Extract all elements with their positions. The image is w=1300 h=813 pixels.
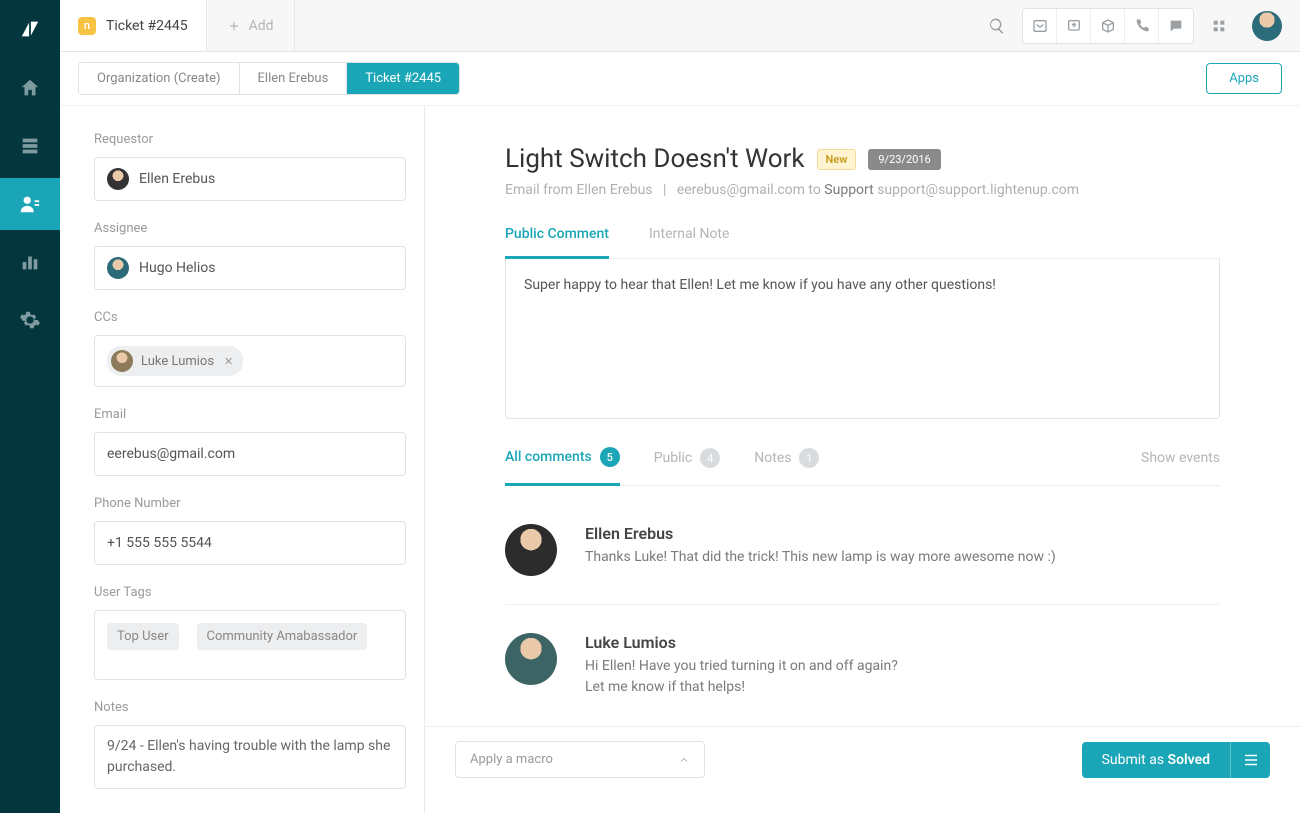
tab-badge: n bbox=[78, 17, 96, 35]
submit-button[interactable]: Submit as Solved bbox=[1082, 742, 1230, 778]
phone-label: Phone Number bbox=[94, 496, 406, 511]
tab-title: Ticket #2445 bbox=[106, 18, 188, 34]
comment-body: Hi Ellen! Have you tried turning it on a… bbox=[585, 656, 898, 698]
macro-label: Apply a macro bbox=[470, 752, 553, 767]
person-avatar-icon bbox=[107, 168, 129, 190]
assignee-label: Assignee bbox=[94, 221, 406, 236]
count-badge: 1 bbox=[799, 448, 819, 468]
nav-customers[interactable] bbox=[0, 178, 60, 230]
email-value: eerebus@gmail.com bbox=[107, 446, 235, 462]
comment-item: Luke Lumios Hi Ellen! Have you tried tur… bbox=[505, 605, 1220, 726]
conversations-icon[interactable] bbox=[1023, 9, 1057, 43]
tags-field[interactable]: Top User Community Amabassador bbox=[94, 610, 406, 680]
nav-home[interactable] bbox=[0, 62, 60, 114]
ccs-field[interactable]: Luke Lumios ✕ bbox=[94, 335, 406, 387]
submit-group: Submit as Solved bbox=[1082, 742, 1270, 778]
person-avatar-icon bbox=[107, 257, 129, 279]
search-icon[interactable] bbox=[980, 9, 1014, 43]
apps-button[interactable]: Apps bbox=[1206, 63, 1282, 94]
phone-icon[interactable] bbox=[1125, 9, 1159, 43]
comment-item: Ellen Erebus Thanks Luke! That did the t… bbox=[505, 496, 1220, 605]
user-tag[interactable]: Community Amabassador bbox=[197, 623, 368, 650]
topbar: n Ticket #2445 Add bbox=[60, 0, 1300, 52]
comment-avatar bbox=[505, 633, 557, 685]
assignee-field[interactable]: Hugo Helios bbox=[94, 246, 406, 290]
ticket-title-row: Light Switch Doesn't Work New 9/23/2016 bbox=[505, 144, 1220, 174]
ticket-content: Light Switch Doesn't Work New 9/23/2016 … bbox=[425, 106, 1300, 813]
notes-value: 9/24 - Ellen's having trouble with the l… bbox=[107, 736, 393, 778]
comment-filter-tabs: All comments 5 Public 4 Notes 1 Show eve… bbox=[505, 447, 1220, 486]
app-logo-icon bbox=[15, 14, 45, 44]
comment-feed: Ellen Erebus Thanks Luke! That did the t… bbox=[425, 486, 1300, 726]
chat-icon[interactable] bbox=[1159, 9, 1193, 43]
talk-icon[interactable] bbox=[1057, 9, 1091, 43]
comment-avatar bbox=[505, 524, 557, 576]
compose-textarea[interactable]: Super happy to hear that Ellen! Let me k… bbox=[505, 259, 1220, 419]
apply-macro-dropdown[interactable]: Apply a macro bbox=[455, 741, 705, 778]
cc-chip[interactable]: Luke Lumios ✕ bbox=[107, 346, 243, 376]
notes-label: Notes bbox=[94, 700, 406, 715]
tags-label: User Tags bbox=[94, 585, 406, 600]
subheader: Organization (Create) Ellen Erebus Ticke… bbox=[60, 52, 1300, 106]
assignee-name: Hugo Helios bbox=[139, 260, 215, 276]
comment-body: Thanks Luke! That did the trick! This ne… bbox=[585, 547, 1056, 568]
nav-reporting[interactable] bbox=[0, 236, 60, 288]
requestor-label: Requestor bbox=[94, 132, 406, 147]
menu-icon bbox=[1242, 751, 1260, 769]
workspace-tab[interactable]: n Ticket #2445 bbox=[60, 0, 207, 51]
person-avatar-icon bbox=[111, 350, 133, 372]
date-badge: 9/23/2016 bbox=[868, 149, 940, 170]
phone-field[interactable]: +1 555 555 5544 bbox=[94, 521, 406, 565]
ticket-header: Light Switch Doesn't Work New 9/23/2016 … bbox=[425, 106, 1300, 198]
compose-tabs: Public Comment Internal Note bbox=[505, 226, 1220, 259]
ticket-meta: Email from Ellen Erebus | eerebus@gmail.… bbox=[505, 182, 1220, 198]
requestor-name: Ellen Erebus bbox=[139, 171, 215, 187]
remove-cc-icon[interactable]: ✕ bbox=[224, 355, 233, 368]
nav-views[interactable] bbox=[0, 120, 60, 172]
requestor-field[interactable]: Ellen Erebus bbox=[94, 157, 406, 201]
tab-internal-note[interactable]: Internal Note bbox=[649, 226, 730, 258]
add-label: Add bbox=[249, 18, 274, 34]
filter-notes[interactable]: Notes 1 bbox=[754, 448, 819, 484]
status-badge: New bbox=[817, 149, 857, 170]
comment-author: Ellen Erebus bbox=[585, 524, 1056, 543]
comment-author: Luke Lumios bbox=[585, 633, 898, 652]
left-rail bbox=[0, 0, 60, 813]
cc-name: Luke Lumios bbox=[141, 354, 214, 369]
chevron-up-icon bbox=[678, 754, 690, 766]
ticket-title: Light Switch Doesn't Work bbox=[505, 144, 805, 174]
email-field[interactable]: eerebus@gmail.com bbox=[94, 432, 406, 476]
email-label: Email bbox=[94, 407, 406, 422]
user-avatar[interactable] bbox=[1252, 11, 1282, 41]
tab-public-comment[interactable]: Public Comment bbox=[505, 226, 609, 259]
compose-text: Super happy to hear that Ellen! Let me k… bbox=[524, 277, 996, 293]
package-icon[interactable] bbox=[1091, 9, 1125, 43]
show-events-link[interactable]: Show events bbox=[1141, 450, 1220, 482]
ccs-label: CCs bbox=[94, 310, 406, 325]
submit-menu-button[interactable] bbox=[1230, 742, 1270, 778]
channel-icons bbox=[1022, 8, 1194, 44]
add-tab-button[interactable]: Add bbox=[207, 0, 295, 51]
count-badge: 4 bbox=[700, 448, 720, 468]
breadcrumbs: Organization (Create) Ellen Erebus Ticke… bbox=[78, 62, 460, 95]
phone-value: +1 555 555 5544 bbox=[107, 535, 212, 551]
filter-public[interactable]: Public 4 bbox=[654, 448, 721, 484]
ticket-footer: Apply a macro Submit as Solved bbox=[425, 726, 1300, 792]
nav-admin[interactable] bbox=[0, 294, 60, 346]
filter-all-comments[interactable]: All comments 5 bbox=[505, 447, 620, 486]
crumb-user[interactable]: Ellen Erebus bbox=[240, 63, 348, 94]
ticket-sidebar: Requestor Ellen Erebus Assignee Hugo Hel… bbox=[60, 106, 425, 813]
user-tag[interactable]: Top User bbox=[107, 623, 179, 650]
crumb-ticket[interactable]: Ticket #2445 bbox=[347, 63, 459, 94]
notes-field[interactable]: 9/24 - Ellen's having trouble with the l… bbox=[94, 725, 406, 789]
crumb-organization[interactable]: Organization (Create) bbox=[79, 63, 240, 94]
count-badge: 5 bbox=[600, 447, 620, 467]
topbar-actions bbox=[962, 0, 1300, 51]
apps-menu-icon[interactable] bbox=[1202, 9, 1236, 43]
